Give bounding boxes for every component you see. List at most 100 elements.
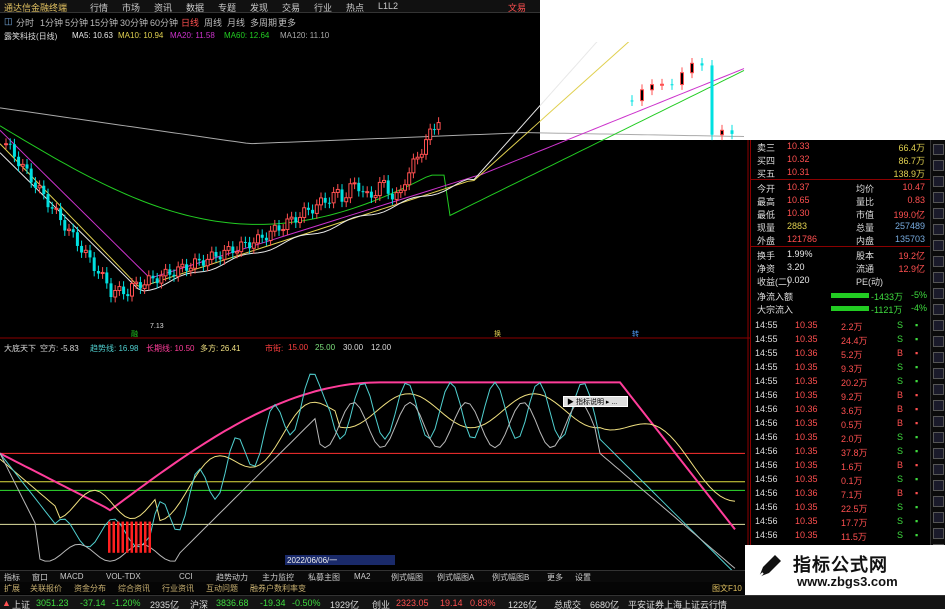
tick-marker-icon: ▪: [915, 334, 919, 344]
tool-button-icon[interactable]: [933, 432, 944, 443]
candle-body: [281, 229, 286, 232]
tool-button-icon[interactable]: [933, 304, 944, 315]
info-tab[interactable]: 综合资讯: [118, 583, 150, 594]
candle-body: [105, 272, 109, 284]
period-weekly[interactable]: 周线: [204, 16, 222, 29]
tick-marker-icon: ▪: [915, 516, 919, 526]
tool-button-icon[interactable]: [933, 336, 944, 347]
period-timeshare[interactable]: 分时: [16, 16, 34, 29]
tick-price: 10.35: [795, 334, 818, 344]
tool-button-icon[interactable]: [933, 480, 944, 491]
menu-item-market[interactable]: 市场: [122, 1, 140, 14]
cy-name[interactable]: 创业: [372, 598, 390, 609]
tool-button-icon[interactable]: [933, 176, 944, 187]
tool-button-icon[interactable]: [933, 448, 944, 459]
tick-row: 14:56 10.36 7.1万 B ▪: [751, 487, 931, 500]
tool-button-icon[interactable]: [933, 496, 944, 507]
sh-value: 3051.23: [36, 598, 69, 608]
menu-item-topics[interactable]: 专题: [218, 1, 236, 14]
tick-price: 10.35: [795, 362, 818, 372]
menu-item-hot[interactable]: 热点: [346, 1, 364, 14]
tool-button-icon[interactable]: [933, 160, 944, 171]
tick-time: 14:56: [755, 474, 778, 484]
menu-item-news[interactable]: 资讯: [154, 1, 172, 14]
menu-item-quotes[interactable]: 行情: [90, 1, 108, 14]
quote-extra: 135703: [894, 234, 925, 244]
indicator-tab[interactable]: CCI: [179, 572, 193, 581]
indicator-tab[interactable]: MACD: [60, 572, 84, 581]
menu-item-trade[interactable]: 交易: [282, 1, 300, 14]
info-tab[interactable]: 行业资讯: [162, 583, 194, 594]
pen-logo-icon: [758, 555, 781, 578]
tool-button-icon[interactable]: [933, 384, 944, 395]
info-tab[interactable]: 资金分布: [74, 583, 106, 594]
info-tab[interactable]: 互动问题: [206, 583, 238, 594]
indicator-tab[interactable]: VOL-TDX: [106, 572, 141, 581]
period-15min[interactable]: 15分钟: [90, 16, 118, 29]
chart-area[interactable]: 12.5012.0011.5011.0010.5010.009.509.008.…: [0, 42, 750, 570]
candle-body: [294, 217, 298, 223]
tool-button-icon[interactable]: [933, 288, 944, 299]
tick-bs: S: [897, 516, 904, 526]
candle-body: [369, 191, 373, 198]
period-multi[interactable]: 多周期: [250, 16, 277, 29]
info-tab[interactable]: 关联报价: [30, 583, 62, 594]
menu-item-trading[interactable]: 文易: [508, 1, 526, 14]
period-more[interactable]: 更多: [278, 16, 296, 29]
period-monthly[interactable]: 月线: [227, 16, 245, 29]
menu-item-l1l2[interactable]: L1L2: [378, 1, 398, 11]
index-status-bar: ▲ 上证 3051.23 -37.14 -1.20% 2935亿 沪深 3836…: [0, 595, 945, 609]
period-5min[interactable]: 5分钟: [65, 16, 88, 29]
info-tab-bar: 扩展 关联报价 资金分布 综合资讯 行业资讯 互动问题 融券户数利率变 图文F10: [0, 582, 750, 594]
tool-button-icon[interactable]: [933, 512, 944, 523]
tool-button-icon[interactable]: [933, 416, 944, 427]
tick-marker-icon: ▪: [915, 418, 919, 428]
tool-button-icon[interactable]: [933, 368, 944, 379]
tool-button-icon[interactable]: [933, 256, 944, 267]
candle-body: [155, 278, 159, 284]
info-tab[interactable]: 扩展: [4, 583, 20, 594]
period-30min[interactable]: 30分钟: [120, 16, 148, 29]
candle-body: [146, 275, 151, 286]
tool-button-icon[interactable]: [933, 224, 944, 235]
flow-row: 净流入额 -1433万 -5%: [751, 289, 931, 302]
tool-button-icon[interactable]: [933, 240, 944, 251]
tool-button-icon[interactable]: [933, 464, 944, 475]
period-60min[interactable]: 60分钟: [150, 16, 178, 29]
quote-value: 0.020: [787, 275, 810, 285]
indicator-param-1: 15.00: [288, 343, 309, 352]
tool-button-icon[interactable]: [933, 272, 944, 283]
tool-button-icon[interactable]: [933, 320, 944, 331]
quote-row: 净资 3.20 流通 12.9亿: [751, 261, 931, 274]
tool-button-icon[interactable]: [933, 208, 944, 219]
tick-marker-icon: ▪: [915, 460, 919, 470]
period-1min[interactable]: 1分钟: [40, 16, 63, 29]
tick-marker-icon: ▪: [915, 432, 919, 442]
tick-marker-icon: ▪: [915, 502, 919, 512]
tool-button-icon[interactable]: [933, 144, 944, 155]
info-tab[interactable]: 融券户数利率变: [250, 583, 306, 594]
tool-button-icon[interactable]: [933, 400, 944, 411]
tick-bs: S: [897, 376, 904, 386]
tool-button-icon[interactable]: [933, 352, 944, 363]
sz-value: 3836.68: [216, 598, 249, 608]
candle-body: [415, 156, 420, 160]
candle-body: [243, 241, 247, 243]
sh-name[interactable]: 上证: [12, 598, 30, 609]
quote-value: 10.33: [787, 141, 810, 151]
menu-item-discover[interactable]: 发现: [250, 1, 268, 14]
sz-name[interactable]: 沪深: [190, 598, 208, 609]
indicator-short: 空方: -5.83: [40, 344, 79, 353]
menu-item-industry[interactable]: 行业: [314, 1, 332, 14]
period-daily[interactable]: 日线: [181, 16, 199, 29]
indicator-name[interactable]: 大底天下: [4, 343, 36, 354]
tool-button-icon[interactable]: [933, 192, 944, 203]
candle-body: [311, 209, 315, 214]
f10-tab[interactable]: 图文F10: [712, 583, 742, 594]
tool-button-icon[interactable]: [933, 528, 944, 539]
menu-item-data[interactable]: 数据: [186, 1, 204, 14]
candle-body: [12, 144, 16, 157]
indicator-tab[interactable]: MA2: [354, 572, 370, 581]
chart-mode-icon[interactable]: ◫: [4, 16, 13, 27]
indicator-popup[interactable]: ▶ 指标说明 ▸ ...: [563, 396, 628, 407]
